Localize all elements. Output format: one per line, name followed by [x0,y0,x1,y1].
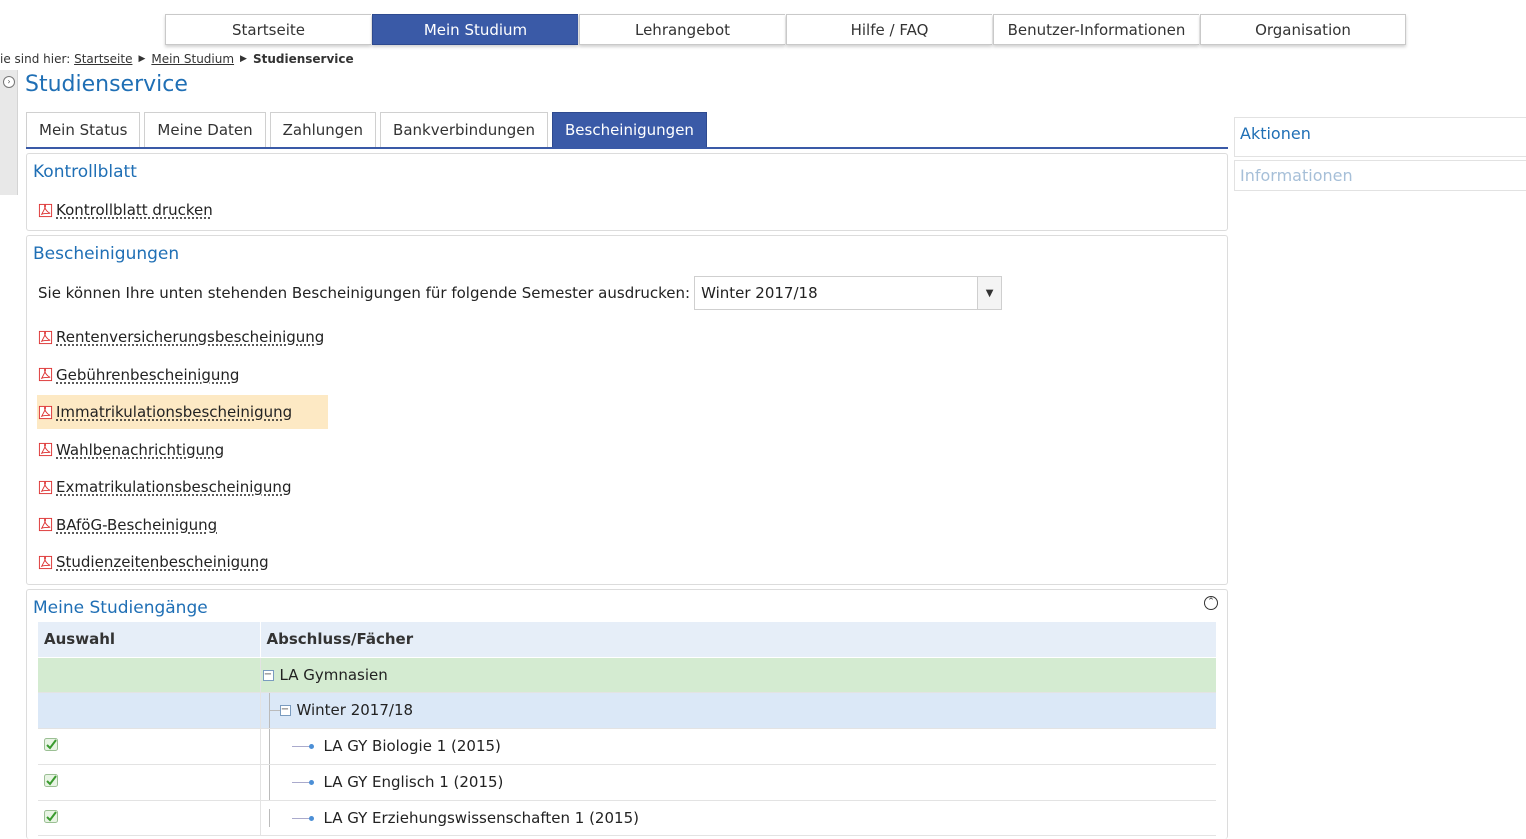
certificate-link[interactable]: Wahlbenachrichtigung [37,439,328,461]
tab-bankverbindungen[interactable]: Bankverbindungen [380,112,548,147]
breadcrumb-prefix: ie sind hier: [0,52,71,66]
aktionen-box[interactable]: Aktionen [1234,117,1526,157]
nav-organisation[interactable]: Organisation [1200,14,1406,45]
pdf-icon [38,517,53,532]
breadcrumb-link-startseite[interactable]: Startseite [74,52,132,66]
pdf-icon [38,367,53,382]
semester-select-cell [38,692,261,729]
semester-row: − Winter 2017/18 [38,692,1216,729]
subject-cell: LA GY Englisch 1 (2015) [260,764,1216,801]
top-navigation: Startseite Mein Studium Lehrangebot Hilf… [165,14,1407,45]
certificate-link[interactable]: Rentenversicherungsbescheinigung [37,326,328,348]
subject-select-cell [38,764,261,801]
kontrollblatt-print-link[interactable]: Kontrollblatt drucken [38,199,213,221]
pdf-icon [38,405,53,419]
tree-collapse-icon[interactable]: − [262,669,274,681]
expand-icon[interactable]: › [3,76,15,88]
breadcrumb-link-mein-studium[interactable]: Mein Studium [151,52,234,66]
tree-leaf-icon [291,815,314,821]
subject-row: LA GY Biologie 1 (2015) [38,728,1216,765]
tree-leaf-icon [291,743,314,749]
collapse-circle-icon[interactable]: ⌃ [1204,596,1218,610]
column-header-auswahl: Auswahl [38,622,261,658]
nav-startseite[interactable]: Startseite [165,14,371,45]
pdf-icon [38,480,53,494]
nav-mein-studium[interactable]: Mein Studium [372,14,578,45]
page-title: Studienservice [25,72,188,97]
column-header-abschluss: Abschluss/Fächer [260,622,1216,658]
aktionen-title[interactable]: Aktionen [1235,118,1526,149]
studiengaenge-title: Meine Studiengänge [33,598,208,618]
subject-label: LA GY Erziehungswissenschaften 1 (2015) [323,808,639,827]
semester-prompt: Sie können Ihre unten stehenden Beschein… [38,284,691,302]
tree-line [268,764,270,800]
certificate-link[interactable]: Gebührenbescheinigung [37,364,328,386]
breadcrumb-current: Studienservice [252,52,354,66]
subject-label: LA GY Biologie 1 (2015) [323,736,501,755]
subject-select-cell [38,728,261,765]
breadcrumb-arrow-icon: ▶ [138,54,146,64]
semester-select-value[interactable]: Winter 2017/18 [695,277,977,309]
nav-benutzer-informationen[interactable]: Benutzer-Informationen [993,14,1199,45]
tree-leaf-icon [291,779,314,785]
subject-row: LA GY Englisch 1 (2015) [38,764,1216,801]
bescheinigungen-panel: Bescheinigungen Sie können Ihre unten st… [26,235,1228,585]
tab-meine-daten[interactable]: Meine Daten [144,112,266,147]
certificate-link[interactable]: BAföG-Bescheinigung [37,514,328,536]
bescheinigungen-title: Bescheinigungen [33,244,180,264]
semester-label: Winter 2017/18 [296,700,414,719]
semester-selector-row: Sie können Ihre unten stehenden Beschein… [38,276,1003,310]
subject-label: LA GY Englisch 1 (2015) [323,772,504,791]
pdf-icon [38,203,53,217]
certificate-link[interactable]: Immatrikulationsbescheinigung [37,395,329,429]
kontrollblatt-title: Kontrollblatt [33,162,137,182]
tree-line [268,808,270,827]
tab-zahlungen[interactable]: Zahlungen [269,112,377,147]
subject-cell: LA GY Biologie 1 (2015) [260,728,1216,765]
certificate-link-label[interactable]: Gebührenbescheinigung [56,366,239,384]
certificate-list: Rentenversicherungsbescheinigung Gebühren… [37,326,329,589]
pdf-icon [38,555,53,569]
certificate-link-label[interactable]: BAföG-Bescheinigung [56,516,217,534]
tree-line [269,709,280,711]
tree-collapse-icon[interactable]: − [279,704,291,716]
chevron-down-icon[interactable]: ▼ [977,277,1002,309]
pdf-icon [38,330,53,344]
degree-select-cell [38,657,261,693]
tree-line [268,728,270,764]
semester-select[interactable]: Winter 2017/18 ▼ [694,276,1003,310]
informationen-box[interactable]: Informationen [1234,160,1526,191]
tab-bar: Mein Status Meine Daten Zahlungen Bankve… [26,112,1228,149]
nav-lehrangebot[interactable]: Lehrangebot [579,14,785,45]
table-header-row: Auswahl Abschluss/Fächer [38,622,1216,658]
pdf-icon [38,442,53,457]
tab-bescheinigungen[interactable]: Bescheinigungen [551,112,707,147]
kontrollblatt-print-label[interactable]: Kontrollblatt drucken [56,201,213,219]
certificate-link-label[interactable]: Exmatrikulationsbescheinigung [56,478,291,496]
degree-label: LA Gymnasien [279,665,388,684]
studiengaenge-panel: Meine Studiengänge ⌃ Auswahl Abschluss/F… [26,589,1228,839]
semester-cell: − Winter 2017/18 [260,692,1216,729]
degree-row: − LA Gymnasien [38,657,1216,693]
check-icon[interactable] [44,774,58,787]
studiengaenge-table: Auswahl Abschluss/Fächer − LA Gymnasien −… [38,622,1216,836]
kontrollblatt-panel: Kontrollblatt Kontrollblatt drucken [26,153,1228,231]
certificate-link-label[interactable]: Studienzeitenbescheinigung [56,553,269,571]
check-icon[interactable] [44,809,58,823]
breadcrumb-arrow-icon: ▶ [240,54,247,64]
degree-cell: − LA Gymnasien [260,657,1216,693]
certificate-link[interactable]: Exmatrikulationsbescheinigung [37,476,328,498]
certificate-link-label[interactable]: Immatrikulationsbescheinigung [56,403,292,421]
certificate-link-label[interactable]: Wahlbenachrichtigung [56,441,224,459]
tab-mein-status[interactable]: Mein Status [26,112,141,147]
check-icon[interactable] [44,738,58,751]
certificate-link[interactable]: Studienzeitenbescheinigung [37,551,328,573]
informationen-title[interactable]: Informationen [1235,161,1526,191]
left-panel-toggle[interactable]: › [0,70,18,195]
certificate-link-label[interactable]: Rentenversicherungsbescheinigung [56,328,324,346]
nav-hilfe-faq[interactable]: Hilfe / FAQ [786,14,992,45]
breadcrumb: ie sind hier: Startseite ▶ Mein Studium … [0,52,354,66]
